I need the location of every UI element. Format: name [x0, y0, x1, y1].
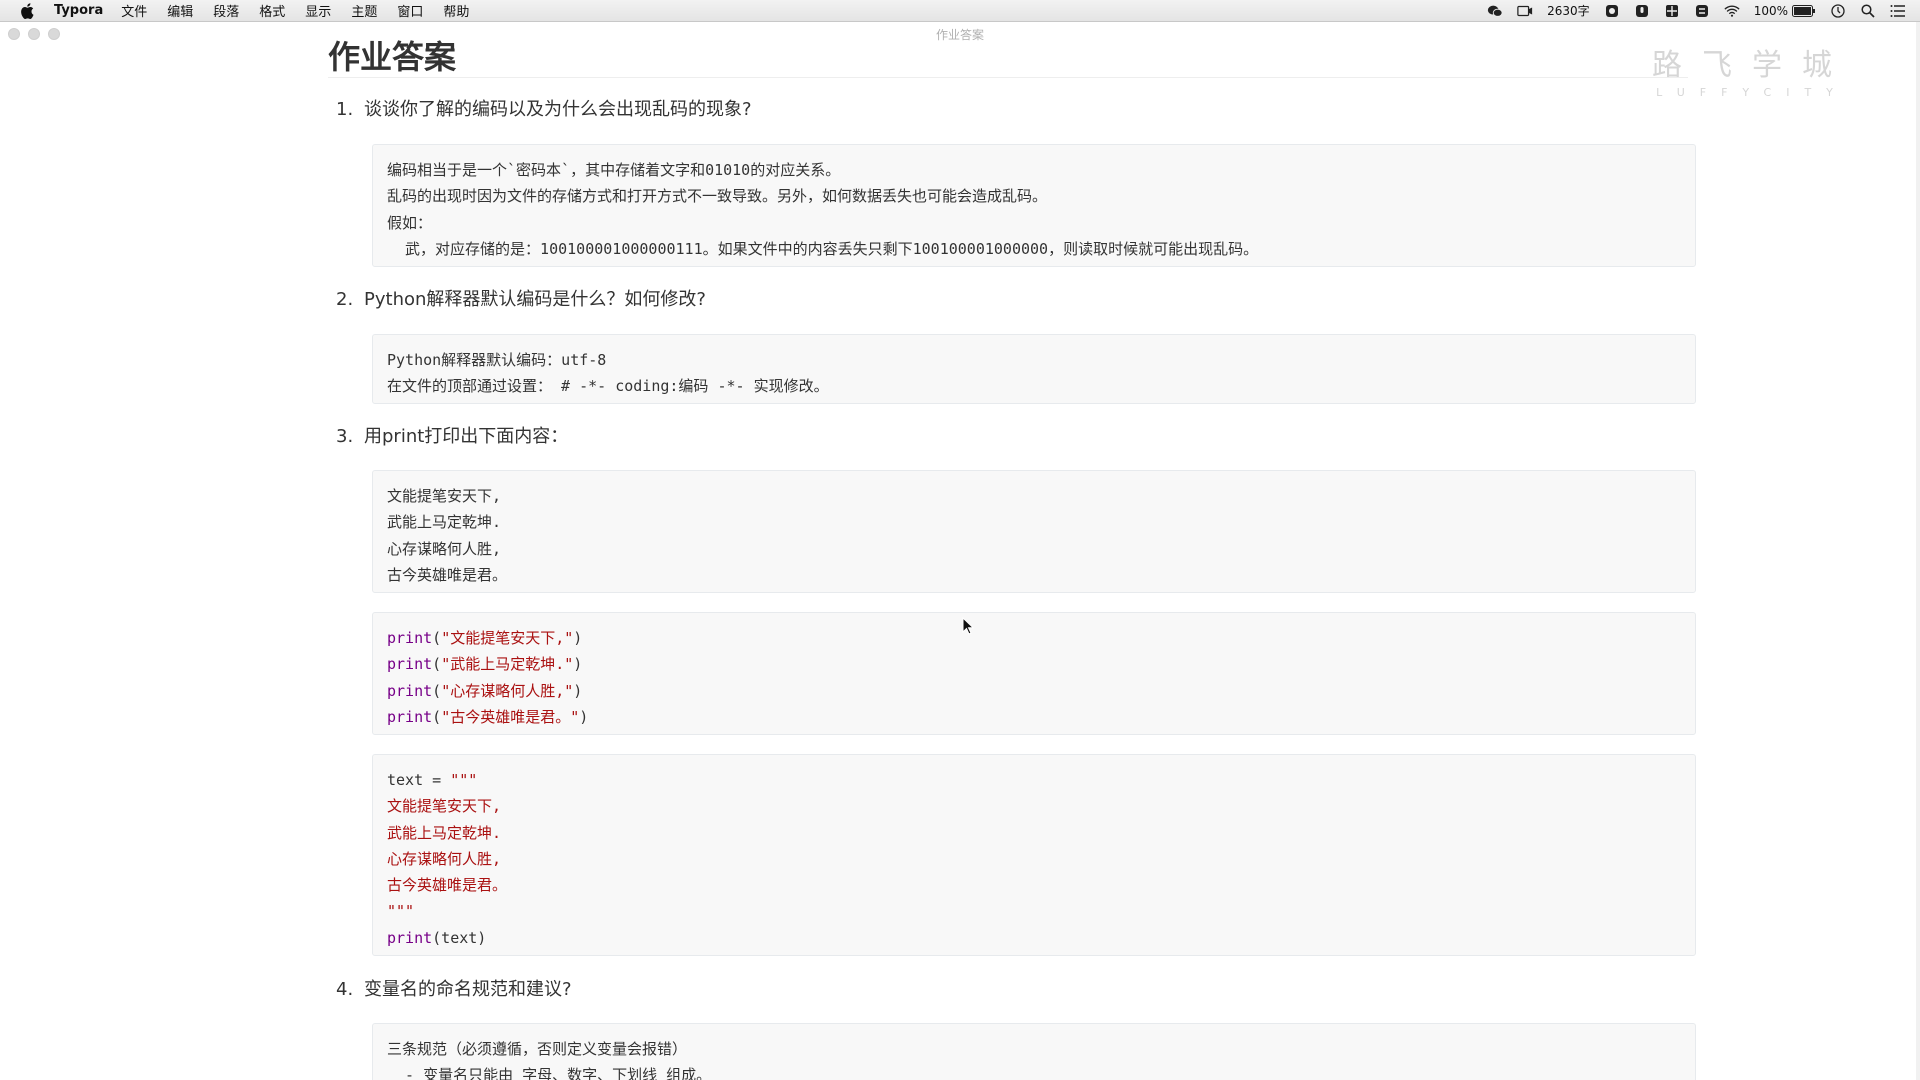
question-text[interactable]: 用print打印出下面内容： [364, 423, 568, 451]
code-line: 武能上马定乾坤. [387, 513, 502, 532]
call-args: (text) [432, 928, 487, 947]
code-line: 在文件的顶部通过设置： # -*- coding:编码 -*- 实现修改。 [387, 377, 829, 396]
triple-quote-open: """ [450, 771, 478, 789]
mouse-pointer-icon [962, 616, 975, 639]
apple-icon[interactable] [20, 2, 36, 19]
code-line: 心存谋略何人胜, [387, 539, 502, 558]
keyword-print: print [387, 629, 433, 647]
screen-record-icon[interactable] [1517, 4, 1533, 18]
menu-view[interactable]: 显示 [305, 1, 331, 20]
code-line: print("武能上马定乾坤.") [387, 655, 583, 674]
code-line: text = """ [387, 767, 1681, 793]
sync-app-icon[interactable] [1694, 4, 1710, 18]
code-line: 编码相当于是一个`密码本`，其中存储着文字和01010的对应关系。 [387, 161, 841, 179]
app-menu-typora[interactable]: Typora [54, 3, 103, 18]
question-text[interactable]: Python解释器默认编码是什么？如何修改? [364, 286, 706, 314]
code-line: 三条规范（必须遵循，否则定义变量会报错） [387, 1040, 688, 1058]
code-line: 心存谋略何人胜, [387, 849, 502, 868]
list-number: 3. [336, 426, 354, 447]
menu-format[interactable]: 格式 [259, 1, 285, 20]
menu-help[interactable]: 帮助 [443, 1, 469, 20]
microphone-icon[interactable] [1634, 4, 1650, 18]
notification-center-icon[interactable] [1890, 4, 1906, 18]
code-line: 武能上马定乾坤. [387, 823, 502, 842]
list-item-q2[interactable]: 2. Python解释器默认编码是什么？如何修改? [336, 286, 706, 314]
code-block-print-calls[interactable]: print("文能提笔安天下,") print("武能上马定乾坤.") print(… [372, 612, 1696, 735]
wifi-icon[interactable] [1724, 4, 1740, 18]
code-line: 古今英雄唯是君。 [387, 876, 508, 895]
menu-edit[interactable]: 编辑 [167, 1, 193, 20]
code-line: Python解释器默认编码：utf-8 [387, 351, 607, 369]
string-literal: "武能上马定乾坤." [441, 655, 574, 674]
list-item-q4[interactable]: 4. 变量名的命名规范和建议? [336, 976, 572, 1004]
code-line: 文能提笔安天下, [387, 797, 502, 816]
list-number: 2. [336, 289, 354, 310]
code-block-q2[interactable]: Python解释器默认编码：utf-8 在文件的顶部通过设置： # -*- cod… [372, 334, 1696, 404]
grid-app-icon[interactable] [1664, 4, 1680, 18]
clock-icon[interactable] [1830, 3, 1846, 18]
document-editor[interactable]: 作业答案 1. 谈谈你了解的编码以及为什么会出现乱码的现象? 编码相当于是一个`… [328, 36, 1696, 1080]
assignment: text = [387, 771, 451, 789]
list-item-q3[interactable]: 3. 用print打印出下面内容： [336, 423, 568, 451]
code-line: 假如： [387, 213, 433, 232]
code-line: 武，对应存储的是：100100001000000111。如果文件中的内容丢失只剩… [387, 239, 1259, 258]
triple-quote-close: """ [387, 902, 415, 921]
app-status-icon[interactable] [1604, 4, 1620, 18]
menu-bar: Typora 文件 编辑 段落 格式 显示 主题 窗口 帮助 2630字 100… [0, 0, 1920, 22]
code-block-poem[interactable]: 文能提笔安天下, 武能上马定乾坤. 心存谋略何人胜, 古今英雄唯是君。 [372, 470, 1696, 593]
list-number: 1. [336, 99, 354, 120]
code-line: print("古今英雄唯是君。") [387, 707, 589, 726]
code-block-q1[interactable]: 编码相当于是一个`密码本`，其中存储着文字和01010的对应关系。乱码的出现时因… [372, 144, 1696, 267]
keyword-print: print [387, 928, 433, 947]
menu-file[interactable]: 文件 [121, 1, 147, 20]
list-number: 4. [336, 979, 354, 1000]
code-line: print(text) [387, 925, 1681, 951]
question-text[interactable]: 变量名的命名规范和建议? [364, 976, 572, 1004]
spotlight-search-icon[interactable] [1860, 3, 1876, 18]
menu-theme[interactable]: 主题 [351, 1, 377, 20]
battery-icon[interactable] [1792, 4, 1816, 17]
code-line: - 变量名只能由 字母、数字、下划线 组成。 [387, 1066, 712, 1080]
menu-window[interactable]: 窗口 [397, 1, 423, 20]
code-line: print("文能提笔安天下,") [387, 629, 583, 647]
code-line: print("心存谋略何人胜,") [387, 681, 583, 700]
string-literal: "文能提笔安天下," [441, 629, 574, 647]
keyword-print: print [387, 681, 433, 700]
code-block-q4[interactable]: 三条规范（必须遵循，否则定义变量会报错） - 变量名只能由 字母、数字、下划线 … [372, 1023, 1696, 1080]
battery-percent: 100% [1753, 3, 1788, 18]
page-title[interactable]: 作业答案 [328, 36, 1688, 78]
code-line: 文能提笔安天下, [387, 487, 502, 505]
menu-paragraph[interactable]: 段落 [213, 1, 239, 20]
keyword-print: print [387, 707, 433, 726]
keyword-print: print [387, 655, 433, 674]
list-item-q1[interactable]: 1. 谈谈你了解的编码以及为什么会出现乱码的现象? [336, 96, 752, 124]
window-edge [1916, 22, 1920, 1080]
code-line: 古今英雄唯是君。 [387, 565, 508, 584]
word-count: 2630字 [1547, 4, 1590, 18]
code-block-multiline-string[interactable]: text = """ 文能提笔安天下, 武能上马定乾坤. 心存谋略何人胜, 古今英雄唯是… [372, 754, 1696, 956]
code-line: 乱码的出现时因为文件的存储方式和打开方式不一致导致。另外，如何数据丢失也可能会造… [387, 187, 1048, 206]
string-literal: "古今英雄唯是君。" [441, 707, 580, 726]
string-literal: "心存谋略何人胜," [441, 681, 574, 700]
status-area: 2630字 100% [1473, 2, 1920, 19]
question-text[interactable]: 谈谈你了解的编码以及为什么会出现乱码的现象? [364, 96, 752, 124]
wechat-icon[interactable] [1487, 4, 1503, 18]
